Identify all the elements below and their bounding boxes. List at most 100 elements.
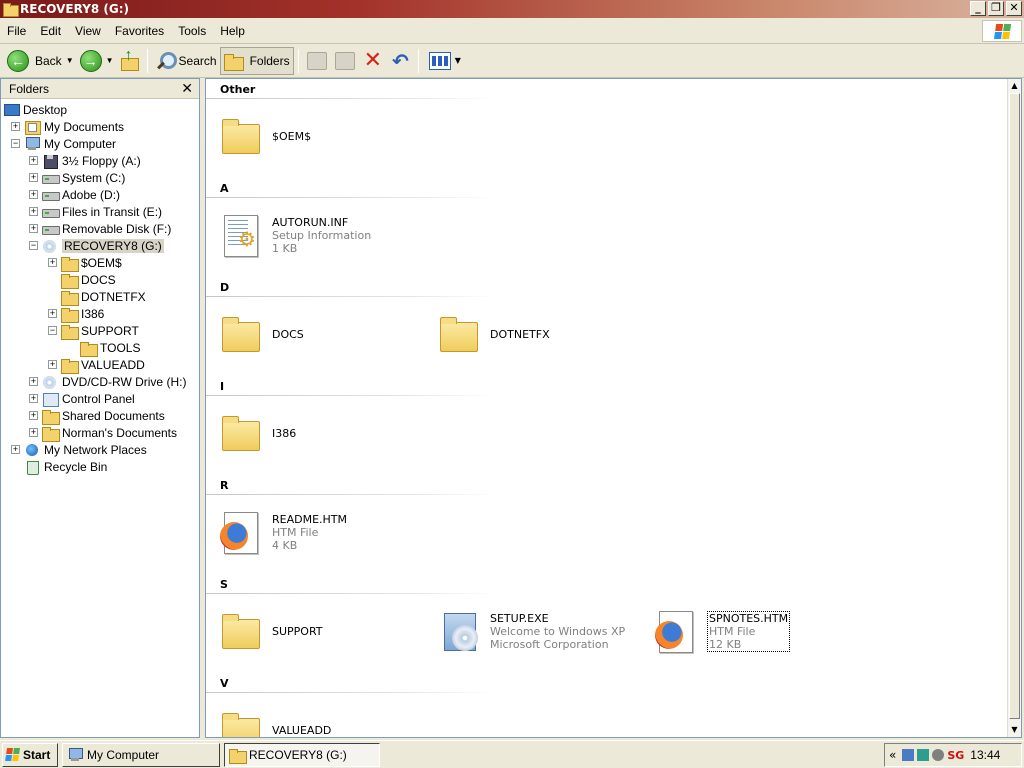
forward-button[interactable]: → ▼	[77, 47, 117, 75]
expand-icon[interactable]: +	[29, 190, 38, 199]
tree-node-label: Shared Documents	[62, 408, 165, 423]
file-item[interactable]: $OEM$	[220, 109, 311, 163]
expand-icon[interactable]: +	[29, 156, 38, 165]
close-icon[interactable]: ✕	[181, 81, 193, 97]
menu-help[interactable]: Help	[213, 24, 252, 38]
menu-favorites[interactable]: Favorites	[108, 24, 171, 38]
tree-node[interactable]: + My Network Places	[11, 441, 147, 458]
expand-icon[interactable]: +	[48, 309, 57, 318]
expand-icon[interactable]: +	[29, 173, 38, 182]
maximize-button[interactable]: ❐	[988, 1, 1004, 16]
delete-icon[interactable]: ✕	[364, 49, 382, 71]
expand-icon[interactable]: +	[29, 207, 38, 216]
tree-node[interactable]: + VALUEADD	[48, 356, 145, 374]
group-header: A	[220, 182, 229, 195]
file-item[interactable]: AUTORUN.INFSetup Information1 KB	[220, 208, 371, 262]
file-item[interactable]: SETUP.EXE Welcome to Windows XP Microsoft …	[438, 604, 625, 658]
folder-icon	[220, 312, 264, 356]
tree-node[interactable]: + DVD/CD-RW Drive (H:)	[29, 373, 186, 390]
title-bar[interactable]: RECOVERY8 (G:) _ ❐ ✕	[0, 0, 1024, 18]
tree-node[interactable]: DOTNETFX	[48, 288, 146, 306]
volume-icon[interactable]	[932, 749, 945, 761]
menu-view[interactable]: View	[68, 24, 108, 38]
file-item[interactable]: SUPPORT	[220, 604, 323, 658]
tree-node[interactable]: + Adobe (D:)	[29, 186, 120, 203]
collapse-icon[interactable]: −	[29, 241, 38, 250]
expand-icon[interactable]: +	[29, 428, 38, 437]
expand-icon[interactable]: +	[29, 377, 38, 386]
scroll-thumb[interactable]	[1009, 93, 1020, 719]
tree-node[interactable]: + Norman's Documents	[29, 424, 177, 442]
expand-icon[interactable]: +	[11, 122, 20, 131]
tree-node-label: RECOVERY8 (G:)	[62, 238, 164, 253]
file-item[interactable]: SPNOTES.HTM HTM File 12 KB	[655, 604, 791, 658]
expand-icon[interactable]: +	[29, 224, 38, 233]
setup-exe-icon	[438, 609, 482, 653]
tree-node[interactable]: TOOLS	[67, 339, 140, 357]
file-item[interactable]: README.HTM HTM File 4 KB	[220, 505, 347, 559]
tree-node[interactable]: + Files in Transit (E:)	[29, 203, 162, 220]
vertical-scrollbar[interactable]: ▲ ▼	[1007, 79, 1021, 737]
show-hidden-icons-icon[interactable]: «	[889, 748, 896, 762]
folders-button[interactable]: Folders	[219, 46, 294, 75]
tree-node[interactable]: + My Documents	[11, 118, 124, 135]
app-tray-icon[interactable]	[917, 749, 930, 761]
chevron-down-icon[interactable]: ▼	[106, 56, 114, 65]
folder-icon	[220, 609, 264, 653]
file-item[interactable]: VALUEADD	[220, 703, 331, 737]
expand-icon[interactable]: +	[11, 445, 20, 454]
chevron-down-icon[interactable]: ▼	[455, 56, 461, 65]
setup-information-icon	[220, 213, 264, 257]
task-label: RECOVERY8 (G:)	[249, 747, 347, 762]
cd-icon	[42, 375, 58, 389]
up-button[interactable]	[117, 47, 143, 75]
move-to-icon[interactable]	[306, 51, 327, 70]
expand-icon[interactable]: +	[29, 411, 38, 420]
file-type: Setup Information	[272, 228, 372, 242]
tray-sg-icon[interactable]: SG	[947, 749, 964, 762]
start-button[interactable]: Start	[2, 742, 58, 767]
task-recovery8[interactable]: RECOVERY8 (G:)	[224, 742, 380, 767]
network-icon[interactable]	[902, 749, 915, 761]
expand-icon[interactable]: +	[29, 394, 38, 403]
file-item[interactable]: DOCS	[220, 307, 304, 361]
tree-node[interactable]: − RECOVERY8 (G:)	[29, 237, 164, 254]
tree-node[interactable]: + Shared Documents	[29, 407, 165, 425]
chevron-down-icon[interactable]: ▼	[66, 56, 74, 65]
minimize-button[interactable]: _	[970, 1, 986, 16]
tree-node[interactable]: DOCS	[48, 271, 116, 289]
tree-node[interactable]: + System (C:)	[29, 169, 125, 186]
tree-node[interactable]: + I386	[48, 305, 104, 323]
search-button[interactable]: Search	[152, 47, 220, 75]
collapse-icon[interactable]: −	[48, 326, 57, 335]
tree-node[interactable]: − SUPPORT	[48, 322, 139, 340]
tree-node[interactable]: Recycle Bin	[11, 458, 107, 475]
folders-label: Folders	[249, 53, 290, 68]
menu-file[interactable]: File	[0, 24, 33, 38]
folder-icon	[220, 411, 264, 455]
task-my-computer[interactable]: My Computer	[62, 742, 220, 767]
tree-node[interactable]: + $OEM$	[48, 254, 122, 272]
expand-icon[interactable]: +	[48, 258, 57, 267]
expand-icon[interactable]: +	[48, 360, 57, 369]
collapse-icon[interactable]: −	[11, 139, 20, 148]
file-item[interactable]: I386	[220, 406, 296, 460]
close-button[interactable]: ✕	[1006, 1, 1022, 16]
folder-icon	[61, 290, 79, 306]
menu-edit[interactable]: Edit	[33, 24, 68, 38]
tree-node-label: Control Panel	[62, 391, 135, 406]
group-header: D	[220, 281, 230, 294]
tree-node[interactable]: + Removable Disk (F:)	[29, 220, 171, 237]
back-button[interactable]: ← Back ▼	[4, 47, 77, 75]
scroll-up-icon[interactable]: ▲	[1008, 79, 1021, 92]
tree-node[interactable]: Desktop	[3, 101, 67, 118]
undo-icon[interactable]: ↶	[392, 51, 409, 71]
views-icon[interactable]	[428, 51, 451, 70]
tree-node[interactable]: +3½ Floppy (A:)	[29, 152, 141, 169]
menu-tools[interactable]: Tools	[171, 24, 213, 38]
file-item[interactable]: DOTNETFX	[438, 307, 550, 361]
scroll-down-icon[interactable]: ▼	[1008, 723, 1021, 736]
tree-node[interactable]: + Control Panel	[29, 390, 135, 407]
copy-to-icon[interactable]	[334, 51, 355, 70]
tree-node[interactable]: − My Computer	[11, 135, 116, 152]
